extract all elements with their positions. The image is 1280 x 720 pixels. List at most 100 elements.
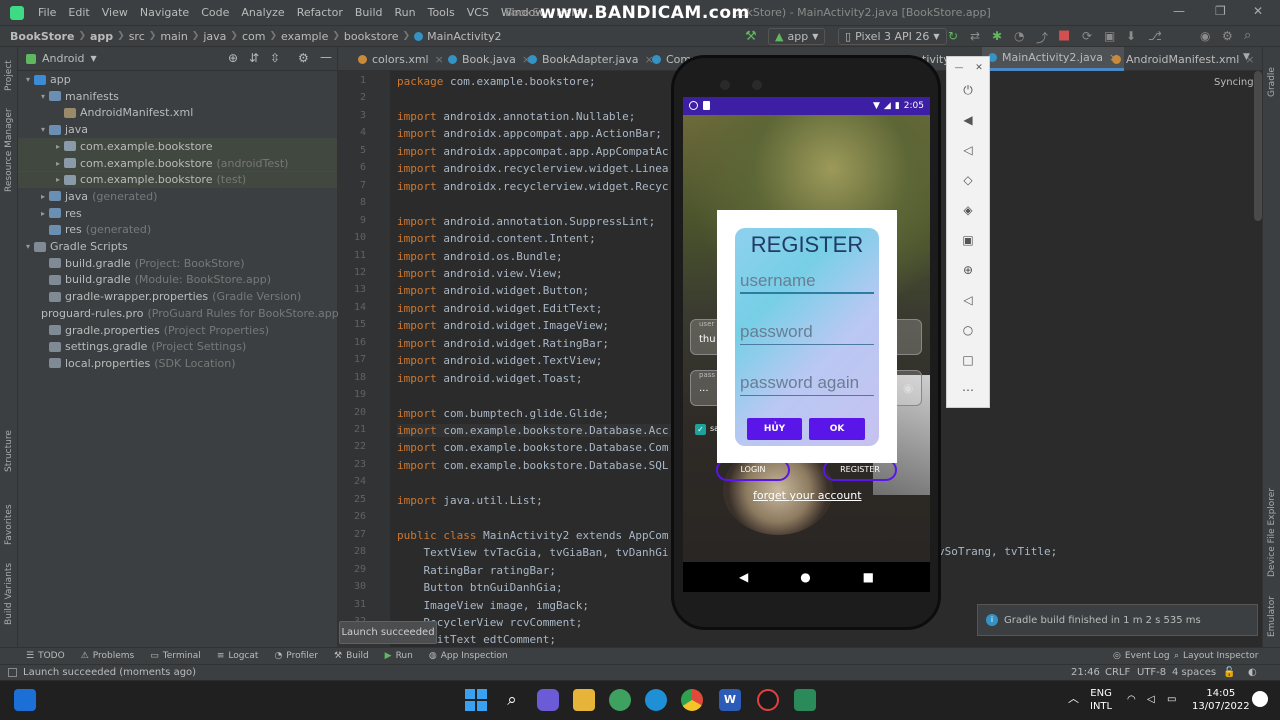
expand-all-icon[interactable]: ⇵: [249, 51, 259, 65]
layout-inspector-tool[interactable]: ⌕ Layout Inspector: [1166, 651, 1266, 661]
favorites-tool-tab[interactable]: Favorites: [4, 504, 14, 545]
gradle-notification[interactable]: i Gradle build finished in 1 m 2 s 535 m…: [977, 604, 1258, 636]
volume-down-icon[interactable]: ◁: [960, 142, 976, 158]
breadcrumb-com[interactable]: com: [238, 30, 270, 43]
language-indicator[interactable]: ENG INTL: [1090, 687, 1112, 713]
indent-setting[interactable]: 4 spaces: [1172, 667, 1216, 678]
tree-item[interactable]: local.properties (SDK Location): [18, 355, 337, 372]
wifi-icon[interactable]: ◠: [1127, 693, 1136, 706]
chevron-icon[interactable]: ▸: [37, 192, 49, 201]
volume-icon[interactable]: ◁: [1147, 693, 1155, 706]
desktop-app-icon[interactable]: [14, 689, 36, 711]
project-tool-tab[interactable]: Project: [4, 60, 14, 91]
gradle-tool-tab[interactable]: Gradle: [1267, 67, 1277, 97]
tree-item[interactable]: AndroidManifest.xml: [18, 104, 337, 121]
menu-file[interactable]: File: [32, 6, 62, 19]
back-icon[interactable]: ◁: [960, 292, 976, 308]
minimize-icon[interactable]: —: [951, 60, 967, 76]
tab-mainactivity2-java[interactable]: MainActivity2.java×: [982, 47, 1125, 71]
tree-item[interactable]: ▾ manifests: [18, 88, 337, 105]
build-variants-tool-tab[interactable]: Build Variants: [4, 563, 14, 625]
breadcrumb-app[interactable]: app: [86, 30, 117, 43]
account-icon[interactable]: ◉: [1200, 29, 1210, 43]
home-icon[interactable]: ●: [800, 570, 810, 584]
notifications-icon[interactable]: [1252, 691, 1268, 707]
tree-item[interactable]: gradle.properties (Project Properties): [18, 322, 337, 339]
breadcrumb-java[interactable]: java: [199, 30, 230, 43]
hammer-icon[interactable]: ⚒: [745, 29, 757, 44]
device-file-explorer-tool-tab[interactable]: Device File Explorer: [1267, 488, 1277, 577]
chevron-icon[interactable]: ▸: [52, 142, 64, 151]
tree-item[interactable]: settings.gradle (Project Settings): [18, 338, 337, 355]
tree-item[interactable]: gradle-wrapper.properties (Gradle Version…: [18, 288, 337, 305]
settings-icon[interactable]: ⚙: [1222, 29, 1233, 43]
git-icon[interactable]: ⎇: [1148, 29, 1162, 43]
tree-item[interactable]: build.gradle (Project: BookStore): [18, 255, 337, 272]
breadcrumb-src[interactable]: src: [125, 30, 149, 43]
line-separator[interactable]: CRLF: [1105, 667, 1130, 678]
word-icon[interactable]: W: [719, 689, 741, 711]
logcat-tool[interactable]: ≡ Logcat: [209, 651, 267, 661]
menu-build[interactable]: Build: [349, 6, 389, 19]
breadcrumb-main[interactable]: main: [156, 30, 191, 43]
menu-analyze[interactable]: Analyze: [235, 6, 290, 19]
menu-navigate[interactable]: Navigate: [134, 6, 195, 19]
menu-code[interactable]: Code: [195, 6, 235, 19]
project-view-selector[interactable]: Android: [42, 52, 85, 65]
problems-tool[interactable]: ⚠ Problems: [73, 651, 143, 661]
terminal-tool[interactable]: ▭ Terminal: [142, 651, 209, 661]
menu-vcs[interactable]: VCS: [461, 6, 495, 19]
cursor-position[interactable]: 21:46: [1071, 667, 1100, 678]
app-inspection-tool[interactable]: ◍ App Inspection: [421, 651, 516, 661]
module-selector[interactable]: ▲ app ▼: [768, 28, 826, 45]
battery-icon[interactable]: ▭: [1167, 693, 1176, 706]
emulator-tool-tab[interactable]: Emulator: [1267, 596, 1277, 637]
chevron-icon[interactable]: ▾: [22, 75, 34, 84]
todo-tool[interactable]: ☰ TODO: [18, 651, 73, 661]
chevron-down-icon[interactable]: ▼: [1243, 52, 1250, 62]
app-icon[interactable]: [794, 689, 816, 711]
android-studio-taskbar-icon[interactable]: [609, 689, 631, 711]
chevron-icon[interactable]: ▾: [22, 242, 34, 251]
tree-item[interactable]: ▾ Gradle Scripts: [18, 238, 337, 255]
tree-item[interactable]: ▸ com.example.bookstore (androidTest): [18, 154, 337, 172]
chevron-up-icon[interactable]: ︿: [1068, 692, 1079, 705]
chevron-icon[interactable]: ▸: [37, 209, 49, 218]
avd-manager-icon[interactable]: ▣: [1104, 29, 1115, 43]
zoom-icon[interactable]: ⊕: [960, 262, 976, 278]
bandicam-icon[interactable]: [757, 689, 779, 711]
rotate-right-icon[interactable]: ◈: [960, 202, 976, 218]
debug-icon[interactable]: ✱: [992, 29, 1002, 43]
chrome-icon[interactable]: [681, 689, 703, 711]
minimize-icon[interactable]: —: [1173, 4, 1185, 18]
password-again-input[interactable]: password again: [740, 370, 874, 396]
profile-icon[interactable]: ◔: [1014, 29, 1024, 43]
menu-run[interactable]: Run: [389, 6, 422, 19]
phone-screen[interactable]: ▼ ◢ ▮ 2:05 user thu pass ... ◉ ✓ sa LOGI…: [683, 97, 930, 592]
breadcrumb-example[interactable]: example: [277, 30, 332, 43]
tree-item[interactable]: ▾ java: [18, 121, 337, 138]
search-icon[interactable]: ⌕: [501, 689, 523, 711]
file-encoding[interactable]: UTF-8: [1137, 667, 1166, 678]
chevron-icon[interactable]: ▸: [52, 175, 64, 184]
run-tool[interactable]: ▶ Run: [377, 651, 421, 661]
tree-item[interactable]: ▾ app: [18, 71, 337, 88]
memory-indicator-icon[interactable]: ◐: [1248, 667, 1257, 678]
eye-icon[interactable]: ◉: [903, 381, 913, 395]
screenshot-icon[interactable]: ▣: [960, 232, 976, 248]
rotate-left-icon[interactable]: ◇: [960, 172, 976, 188]
lock-icon[interactable]: 🔓: [1223, 667, 1235, 678]
windows-start-icon[interactable]: [465, 689, 487, 711]
stop-icon[interactable]: ■: [1058, 28, 1070, 43]
tree-item[interactable]: build.gradle (Module: BookStore.app): [18, 271, 337, 288]
forget-account-link[interactable]: forget your account: [753, 489, 862, 502]
chevron-icon[interactable]: ▾: [37, 125, 49, 134]
gear-icon[interactable]: ⚙: [298, 51, 309, 65]
breadcrumb-bookstore[interactable]: bookstore: [340, 30, 403, 43]
file-explorer-icon[interactable]: [573, 689, 595, 711]
editor-scrollbar[interactable]: [1254, 71, 1262, 221]
tree-item[interactable]: ▸ res: [18, 205, 337, 222]
tab-colors-xml[interactable]: colors.xml ×: [352, 47, 450, 71]
breadcrumb-mainactivity2[interactable]: MainActivity2: [410, 30, 505, 43]
hide-icon[interactable]: —: [320, 50, 332, 64]
